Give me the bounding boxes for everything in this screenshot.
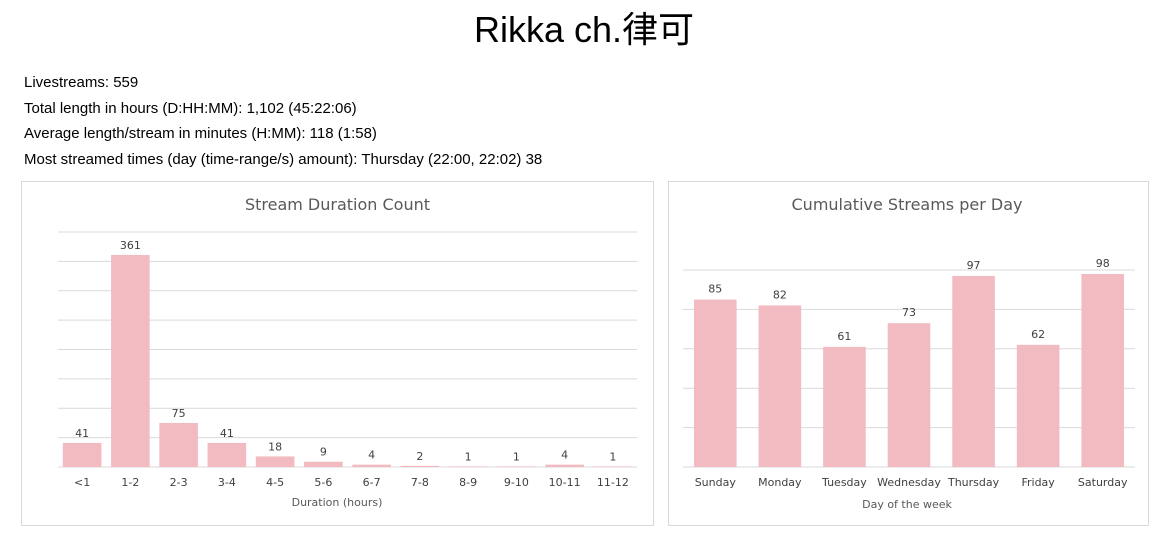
data-label: 73	[902, 306, 916, 319]
data-label: 4	[561, 449, 568, 462]
x-tick-label: 6-7	[363, 476, 381, 489]
stat-livestreams: Livestreams: 559	[24, 74, 139, 91]
stat-most-streamed-times: Most streamed times (day (time-range/s) …	[24, 151, 543, 169]
bar	[255, 456, 295, 467]
bar	[448, 466, 488, 467]
x-tick-label: <1	[74, 476, 90, 489]
data-label: 61	[837, 330, 851, 343]
duration-chart-panel: Stream Duration Count 41 361 75 41 18 9 4 2 1 1 4 1…	[21, 181, 654, 526]
bar	[887, 323, 931, 467]
data-label: 361	[120, 239, 141, 252]
x-axis-title: Duration (hours)	[292, 496, 383, 509]
x-tick-label: Wednesday	[877, 476, 941, 489]
data-label: 82	[773, 288, 787, 301]
x-tick-label: Saturday	[1078, 476, 1128, 489]
data-label: 75	[172, 407, 186, 420]
x-tick-label: Monday	[758, 476, 802, 489]
data-label: 62	[1031, 328, 1045, 341]
x-tick-label: 3-4	[218, 476, 236, 489]
x-tick-label: 1-2	[121, 476, 139, 489]
bar	[1016, 344, 1060, 467]
data-label: 98	[1096, 257, 1110, 270]
data-label: 18	[268, 440, 282, 453]
x-tick-label: 8-9	[459, 476, 477, 489]
bar	[952, 275, 995, 467]
bar	[352, 464, 391, 467]
stat-total-length: Total length in hours (D:HH:MM): 1,102 (…	[24, 99, 357, 117]
bar	[304, 461, 343, 467]
bar	[497, 466, 536, 467]
chart-title: Stream Duration Count	[245, 195, 430, 214]
x-tick-label: Thursday	[947, 476, 1000, 489]
bar	[1081, 273, 1125, 467]
bar	[159, 422, 198, 467]
data-label: 97	[967, 259, 981, 272]
bar	[593, 466, 633, 467]
x-tick-label: 10-11	[549, 476, 581, 489]
bar	[758, 305, 802, 467]
x-tick-label: 7-8	[411, 476, 429, 489]
bar	[111, 254, 150, 467]
page-title: Rikka ch.律可	[473, 9, 695, 50]
bar	[693, 299, 737, 467]
x-tick-label: 9-10	[504, 476, 529, 489]
data-label: 41	[220, 427, 234, 440]
weekday-chart-panel: Cumulative Streams per Day 85 82 61 73 97 62 9…	[668, 181, 1149, 526]
x-tick-label: 5-6	[314, 476, 332, 489]
data-label: 2	[416, 450, 423, 463]
data-label: 85	[708, 283, 722, 296]
stat-average-length: Average length/stream in minutes (H:MM):…	[24, 125, 377, 143]
x-tick-label: Tuesday	[821, 476, 867, 489]
chart-title: Cumulative Streams per Day	[792, 195, 1023, 214]
weekday-bar-chart: Cumulative Streams per Day 85 82 61 73 97 62 9…	[683, 195, 1135, 511]
data-label: 4	[368, 449, 375, 462]
x-axis-title: Day of the week	[862, 498, 952, 511]
data-label: 1	[513, 450, 520, 463]
stats-block: Livestreams: 559 Total length in hours (…	[24, 72, 542, 175]
bar	[545, 464, 584, 467]
x-tick-label: 4-5	[266, 476, 284, 489]
bar	[400, 465, 440, 467]
x-tick-label: Sunday	[695, 476, 737, 489]
data-label: 41	[75, 427, 89, 440]
data-label: 9	[320, 446, 327, 459]
data-label: 1	[465, 450, 472, 463]
bar	[823, 346, 866, 467]
x-tick-label: Friday	[1021, 476, 1055, 489]
x-tick-label: 11-12	[597, 476, 629, 489]
x-tick-label: 2-3	[170, 476, 188, 489]
bar	[207, 442, 247, 467]
bar	[62, 442, 102, 467]
duration-bar-chart: Stream Duration Count 41361754118 9 4 2 1 1 4 1…	[58, 195, 637, 509]
data-label: 1	[609, 450, 616, 463]
